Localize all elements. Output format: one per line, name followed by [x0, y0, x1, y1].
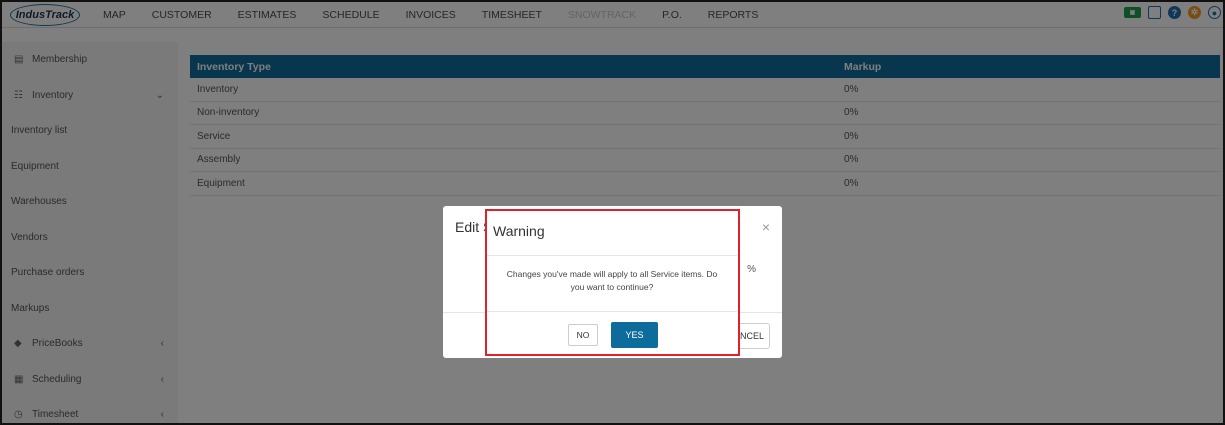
- warning-message: Changes you've made will apply to all Se…: [506, 269, 718, 292]
- warning-title: Warning: [493, 223, 545, 239]
- no-button[interactable]: NO: [568, 324, 598, 346]
- yes-button[interactable]: YES: [611, 322, 658, 348]
- app-frame: IndusTrack MAP CUSTOMER ESTIMATES SCHEDU…: [0, 0, 1225, 425]
- warning-dialog: Warning Changes you've made will apply t…: [485, 209, 740, 356]
- divider: [487, 311, 737, 312]
- close-icon[interactable]: ×: [762, 219, 770, 235]
- percent-suffix: %: [747, 264, 756, 275]
- divider: [487, 255, 737, 256]
